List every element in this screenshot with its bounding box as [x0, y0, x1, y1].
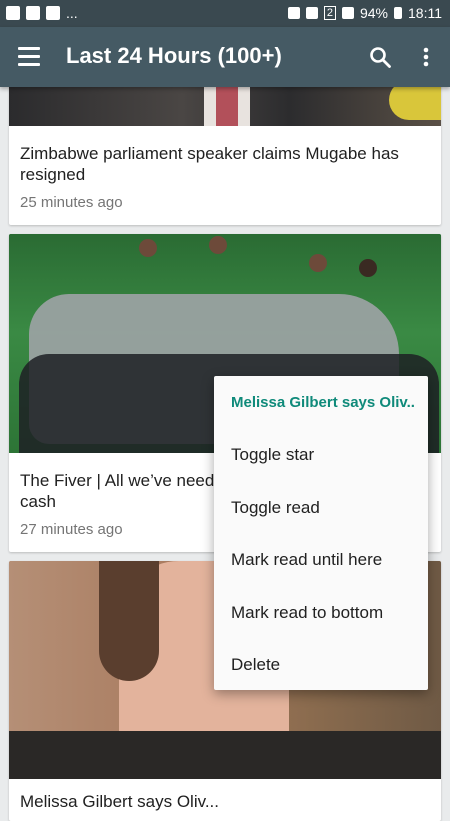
article-title: Melissa Gilbert says Oliv...	[20, 792, 220, 811]
signal-icon	[341, 7, 354, 19]
menu-item-toggle-star[interactable]: Toggle star	[231, 445, 314, 465]
search-icon[interactable]	[368, 45, 392, 69]
menu-item-mark-read-to-bottom[interactable]: Mark read to bottom	[231, 603, 383, 623]
more-vertical-icon[interactable]	[418, 45, 434, 69]
menu-item-delete[interactable]: Delete	[231, 655, 280, 675]
menu-icon[interactable]	[18, 47, 42, 67]
menu-item-toggle-read[interactable]: Toggle read	[231, 498, 320, 518]
cloud-notification-icon	[46, 6, 60, 20]
article-time: 25 minutes ago	[20, 194, 123, 211]
article-time: 27 minutes ago	[20, 521, 123, 538]
more-notifications-text: ...	[66, 5, 78, 21]
battery-icon	[394, 7, 402, 19]
wifi-icon	[305, 7, 318, 19]
flag-notification-icon	[26, 6, 40, 20]
page-title: Last 24 Hours (100+)	[66, 43, 282, 68]
sim-indicator: 2	[323, 6, 336, 20]
gallery-notification-icon	[6, 6, 20, 20]
context-menu: Melissa Gilbert says Oliv.. Toggle star …	[214, 376, 428, 690]
battery-percent: 94%	[359, 5, 388, 21]
article-card[interactable]: Zimbabwe parliament speaker claims Mugab…	[9, 70, 441, 225]
notification-icons: ...	[6, 5, 78, 21]
app-bar: Last 24 Hours (100+)	[0, 27, 450, 87]
alarm-icon	[287, 7, 300, 19]
context-menu-header: Melissa Gilbert says Oliv..	[231, 394, 415, 411]
menu-item-mark-read-until-here[interactable]: Mark read until here	[231, 550, 382, 570]
system-icons: 2 94% 18:11	[287, 5, 442, 21]
status-bar: ... 2 94% 18:11	[0, 0, 450, 27]
clock: 18:11	[408, 5, 442, 21]
article-title: Zimbabwe parliament speaker claims Mugab…	[20, 144, 399, 184]
